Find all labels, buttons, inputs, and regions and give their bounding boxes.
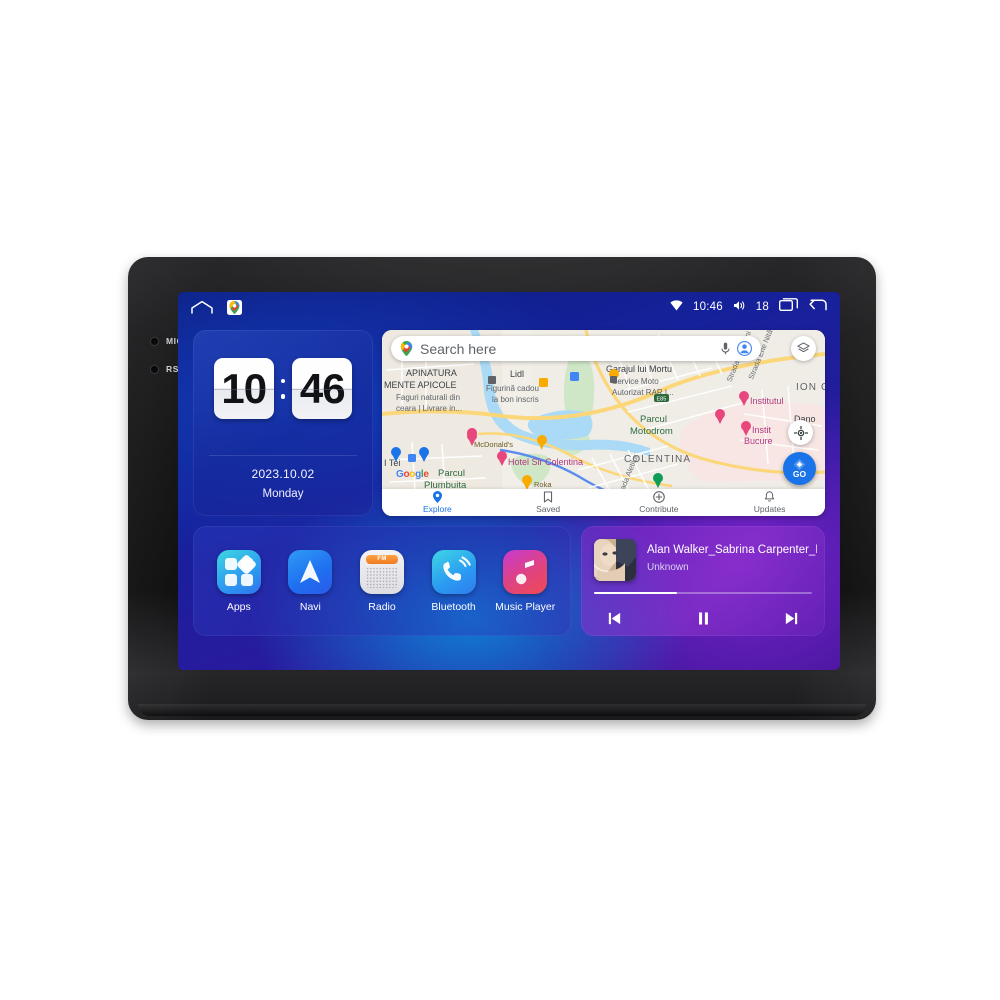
media-player-widget[interactable]: Alan Walker_Sabrina Carpenter_F... Unkno…	[581, 526, 825, 636]
clock-date: 2023.10.02	[251, 467, 315, 481]
map-bottom-tabs[interactable]: Explore Saved Contribute Updates	[382, 489, 825, 516]
car-head-unit-device: MIC RST 10:46 18 10 46 2023.10.02 Monday…	[128, 257, 876, 720]
clock-weekday: Monday	[262, 488, 304, 500]
contribute-plus-icon	[653, 491, 665, 503]
app-shortcut-bluetooth[interactable]: Bluetooth	[422, 549, 486, 613]
media-progress-fill	[594, 592, 677, 594]
touchscreen[interactable]: 10:46 18 10 46 2023.10.02 Monday APINATU…	[178, 292, 840, 670]
map-tab-contribute[interactable]: Contribute	[604, 491, 715, 514]
mic-hole-icon	[150, 336, 159, 346]
map-search-placeholder: Search here	[420, 340, 497, 357]
clock-hours: 10	[221, 364, 267, 412]
explore-pin-icon	[432, 491, 442, 503]
clock-minutes-card: 46	[292, 358, 353, 419]
skip-previous-icon[interactable]	[606, 610, 623, 627]
bluetooth-phone-icon	[431, 549, 476, 594]
map-pin-icon	[400, 341, 413, 356]
saved-bookmark-icon	[544, 491, 553, 503]
map-tab-saved[interactable]: Saved	[493, 491, 604, 514]
app-shortcut-bluetooth-label: Bluetooth	[431, 600, 476, 613]
apps-grid-icon	[216, 549, 261, 594]
status-bar-right: 10:46 18	[670, 298, 827, 316]
media-controls	[594, 604, 812, 632]
bezel-bottom-lip	[138, 704, 866, 716]
map-tab-explore[interactable]: Explore	[382, 491, 493, 514]
app-shortcut-navi[interactable]: Navi	[278, 549, 342, 613]
reset-hole-icon[interactable]	[150, 364, 159, 374]
map-layers-button[interactable]	[791, 336, 816, 361]
app-shortcut-music-player-label: Music Player	[495, 600, 556, 613]
media-progress-bar[interactable]	[594, 592, 812, 594]
volume-level: 18	[755, 301, 769, 313]
map-tab-explore-label: Explore	[422, 504, 452, 514]
back-arrow-icon[interactable]	[808, 298, 827, 316]
status-time: 10:46	[693, 301, 723, 313]
map-tab-contribute-label: Contribute	[639, 504, 679, 514]
google-maps-widget[interactable]: APINATURA MENTE APICOLE Faguri naturali di…	[382, 330, 825, 516]
home-icon[interactable]	[190, 300, 214, 314]
map-go-button[interactable]: GO	[783, 452, 816, 485]
radio-fm-icon: FM	[359, 549, 404, 594]
clock-divider	[209, 455, 357, 456]
album-art	[594, 539, 636, 581]
skip-next-icon[interactable]	[783, 610, 800, 627]
map-go-label: GO	[792, 469, 807, 479]
radio-fm-badge: FM	[365, 554, 398, 564]
clock-widget[interactable]: 10 46 2023.10.02 Monday	[193, 330, 373, 516]
app-shortcut-apps[interactable]: Apps	[207, 549, 271, 613]
account-avatar-icon[interactable]	[737, 341, 752, 356]
status-bar: 10:46 18	[178, 292, 840, 322]
media-track-artist: Unknown	[647, 562, 689, 573]
recents-icon[interactable]	[778, 298, 798, 316]
pause-icon[interactable]	[695, 610, 712, 627]
app-shortcut-radio[interactable]: FM Radio	[350, 549, 414, 613]
updates-bell-icon	[764, 491, 775, 502]
map-tab-saved-label: Saved	[536, 504, 561, 514]
wifi-icon	[670, 298, 683, 316]
map-search-bar[interactable]: Search here	[391, 336, 761, 361]
google-logo: Google	[396, 469, 429, 480]
music-note-icon	[503, 549, 548, 594]
volume-icon[interactable]	[733, 298, 746, 316]
svg-text:E85: E85	[657, 397, 667, 403]
app-shortcut-music-player[interactable]: Music Player	[493, 549, 557, 613]
media-track-title: Alan Walker_Sabrina Carpenter_F...	[647, 544, 817, 556]
my-location-button[interactable]	[788, 420, 813, 445]
app-shortcut-apps-label: Apps	[226, 600, 251, 613]
clock-colon-icon	[280, 378, 287, 399]
app-shortcut-radio-label: Radio	[368, 600, 396, 613]
clock-hours-card: 10	[213, 358, 274, 419]
status-bar-left	[190, 299, 242, 315]
microphone-icon[interactable]	[721, 342, 730, 355]
flip-clock: 10 46	[193, 358, 373, 419]
map-tab-updates-label: Updates	[753, 504, 786, 514]
app-shortcuts-panel: Apps Navi FM Radio Bluetooth Music Playe…	[193, 526, 571, 636]
google-maps-icon[interactable]	[227, 299, 242, 315]
app-shortcut-navi-label: Navi	[299, 600, 321, 613]
navigation-arrow-icon	[288, 549, 333, 594]
map-tab-updates[interactable]: Updates	[714, 491, 825, 514]
clock-minutes: 46	[299, 364, 346, 412]
